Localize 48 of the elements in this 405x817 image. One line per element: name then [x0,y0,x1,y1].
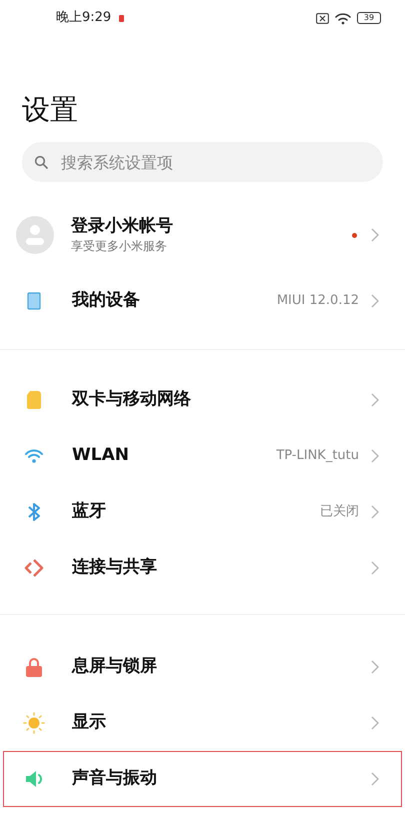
sun-icon [23,712,45,734]
page-title: 设置 [22,92,79,128]
settings-row[interactable]: 双卡与移动网络 [3,372,402,428]
account-row[interactable]: 登录小米帐号 享受更多小米服务 [3,207,402,263]
row-label: 双卡与移动网络 [72,388,192,412]
row-label: 息屏与锁屏 [72,655,158,678]
row-value: TP-LINK_tutu [276,447,359,466]
share-diamond-icon [24,559,44,577]
settings-row[interactable]: 声音与振动 [3,751,402,807]
chevron-right-icon [371,660,379,674]
settings-row[interactable]: 我的设备 MIUI 12.0.12 [3,273,402,329]
settings-row[interactable]: 显示 [3,695,402,751]
notification-icon [119,14,124,22]
settings-row[interactable]: 连接与共享 [3,540,402,596]
tablet-icon [27,292,41,310]
chevron-right-icon [371,561,379,575]
row-label: 显示 [72,711,107,734]
row-label: WLAN [72,444,130,468]
row-label: 我的设备 [72,289,141,312]
account-title: 登录小米帐号 [71,215,174,237]
speaker-icon [25,770,43,788]
settings-row[interactable]: 息屏与锁屏 [3,639,402,695]
account-subtitle: 享受更多小米服务 [71,238,168,255]
search-icon [34,155,48,169]
search-field[interactable]: 搜索系统设置项 [22,142,383,182]
no-sim-icon [316,12,329,24]
settings-row[interactable]: WLAN TP-LINK_tutu [3,428,402,484]
row-label: 蓝牙 [72,500,107,524]
chevron-right-icon [371,393,379,407]
chevron-right-icon [371,772,379,786]
chevron-right-icon [371,449,379,463]
wifi-icon [335,12,351,24]
wifi-icon [24,448,44,464]
avatar-icon [16,216,54,254]
chevron-right-icon [371,505,379,519]
chevron-right-icon [371,716,379,730]
lock-icon [25,657,43,677]
bluetooth-icon [27,502,41,522]
row-value: MIUI 12.0.12 [276,292,359,310]
chevron-right-icon [371,228,379,242]
chevron-right-icon [371,294,379,308]
row-label: 连接与共享 [72,556,158,580]
settings-row[interactable]: 蓝牙 已关闭 [3,484,402,540]
battery-indicator: 39 [357,12,381,24]
row-value: 已关闭 [320,503,359,522]
sim-card-icon [26,391,42,409]
status-time: 晚上9:29 [56,9,112,28]
row-label: 声音与振动 [72,767,158,790]
